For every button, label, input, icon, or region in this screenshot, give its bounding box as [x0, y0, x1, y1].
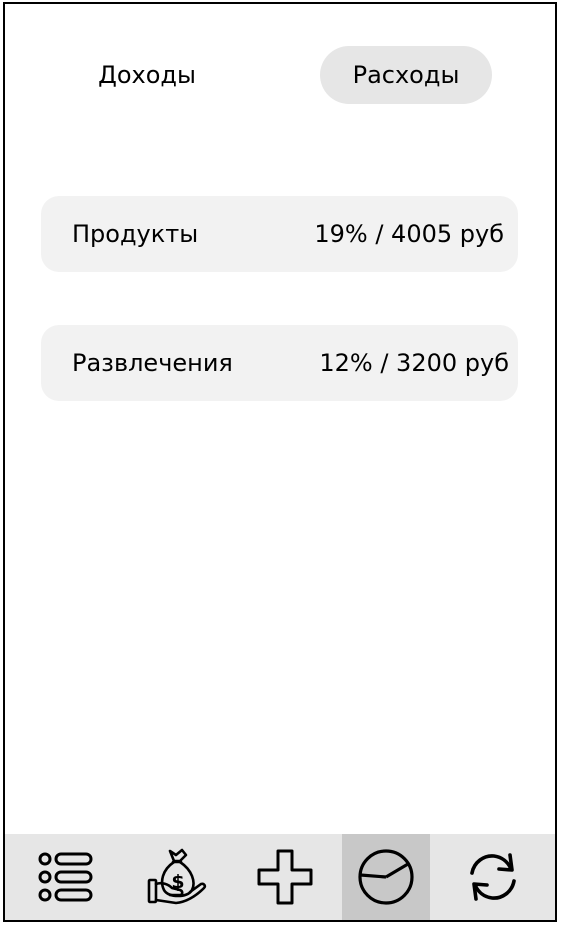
category-row-products[interactable]: Продукты 19% / 4005 руб: [41, 196, 518, 272]
category-label: Развлечения: [72, 349, 233, 377]
money-bag-hand-icon: $: [147, 848, 207, 905]
nav-refresh-button[interactable]: [430, 834, 555, 920]
nav-stats-button[interactable]: [342, 834, 430, 920]
nav-income-button[interactable]: $: [126, 834, 228, 920]
category-value: 12% / 3200 руб: [319, 349, 509, 377]
tab-expenses-label: Расходы: [352, 61, 460, 89]
category-row-entertainment[interactable]: Развлечения 12% / 3200 руб: [41, 325, 518, 401]
tab-income[interactable]: Доходы: [61, 46, 233, 104]
plus-icon: [257, 849, 313, 905]
list-icon: [38, 852, 92, 902]
bottom-navbar: $: [5, 834, 555, 920]
category-label: Продукты: [72, 220, 199, 248]
tab-income-label: Доходы: [98, 61, 196, 89]
app-screen: Доходы Расходы Продукты 19% / 4005 руб Р…: [3, 2, 557, 922]
svg-text:$: $: [171, 871, 184, 893]
nav-add-button[interactable]: [228, 834, 342, 920]
pie-chart-icon: [358, 849, 414, 905]
refresh-icon: [469, 853, 516, 901]
tab-expenses[interactable]: Расходы: [320, 46, 492, 104]
category-value: 19% / 4005 руб: [314, 220, 504, 248]
nav-list-button[interactable]: [5, 834, 126, 920]
